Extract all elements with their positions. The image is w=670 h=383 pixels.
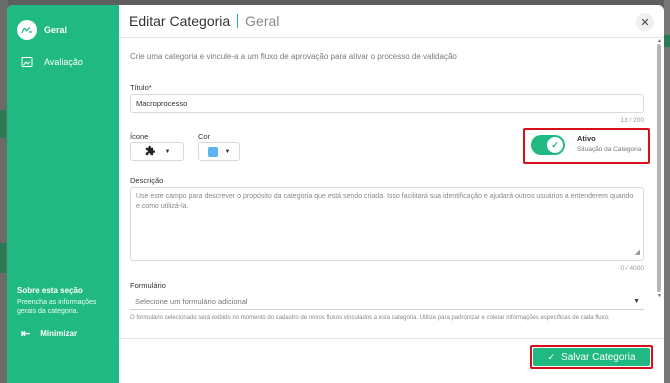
vertical-scrollbar[interactable] <box>657 44 661 292</box>
sidebar-item-label: Avaliação <box>44 57 83 67</box>
color-swatch <box>207 146 218 157</box>
backdrop-strip <box>0 110 6 138</box>
chevron-down-icon: ▼ <box>224 148 231 155</box>
check-icon: ✓ <box>547 137 563 153</box>
description-textarea[interactable]: Use este campo para descrever o propósit… <box>130 187 644 261</box>
form-label: Formulário <box>130 281 166 290</box>
resize-handle-icon[interactable]: ◢ <box>635 248 640 258</box>
modal-title: Editar Categoria <box>129 13 231 29</box>
description-placeholder: Use este campo para descrever o propósit… <box>136 193 634 210</box>
form-intro: Crie uma categoria e vincule-a a um flux… <box>130 52 457 61</box>
image-frame-icon <box>17 52 37 72</box>
icon-label: Ícone <box>130 132 149 141</box>
title-counter: 13 / 200 <box>620 117 645 124</box>
title-input[interactable]: Macroprocesso <box>130 94 644 113</box>
section-info-title: Sobre esta seção <box>17 286 83 295</box>
modal-subtitle: Geral <box>245 13 280 29</box>
signature-icon <box>17 20 37 40</box>
close-icon: ✕ <box>640 16 650 29</box>
form-select[interactable]: Selecione um formulário adicional ▼ <box>130 293 644 310</box>
backdrop-right <box>664 0 670 383</box>
description-label: Descrição <box>130 176 164 185</box>
form-select-placeholder: Selecione um formulário adicional <box>135 296 248 306</box>
color-picker[interactable]: ▼ <box>198 142 240 161</box>
collapse-left-icon: ⇤ <box>21 328 31 340</box>
modal-footer: ✓ Salvar Categoria <box>119 338 664 383</box>
save-category-button[interactable]: ✓ Salvar Categoria <box>533 348 650 366</box>
status-subtitle: Situação da Categoria <box>577 146 642 153</box>
chevron-down-icon: ▼ <box>633 297 640 305</box>
color-label: Cor <box>198 132 211 141</box>
section-info-text: Preencha as informações gerais da catego… <box>17 299 97 315</box>
minimize-button[interactable]: ⇤ Minimizar <box>21 327 113 340</box>
minimize-label: Minimizar <box>40 329 78 338</box>
puzzle-icon <box>144 143 155 161</box>
close-button[interactable]: ✕ <box>636 13 654 31</box>
edit-category-modal: Geral Avaliação Sobre esta seção Preench… <box>7 5 664 383</box>
status-title: Ativo <box>577 134 596 143</box>
modal-sidebar: Geral Avaliação Sobre esta seção Preench… <box>7 5 119 383</box>
scroll-down-arrow-icon[interactable]: ▼ <box>657 293 662 299</box>
title-input-value: Macroprocesso <box>136 99 188 108</box>
form-help-text: O formulário selecionado será exibido no… <box>130 315 610 321</box>
title-divider <box>237 14 239 28</box>
backdrop-strip <box>0 243 6 273</box>
section-info: Sobre esta seção Preencha as informações… <box>17 286 113 340</box>
title-label: Título* <box>130 83 152 92</box>
check-icon: ✓ <box>547 351 556 362</box>
modal-content: Editar Categoria Geral ✕ Crie uma catego… <box>119 5 664 383</box>
status-highlight: ✓ Ativo Situação da Categoria <box>523 128 650 164</box>
sidebar-item-geral[interactable]: Geral <box>7 18 119 42</box>
save-button-label: Salvar Categoria <box>561 351 636 363</box>
icon-picker[interactable]: ▼ <box>130 142 184 161</box>
description-counter: 0 / 4000 <box>620 265 645 272</box>
sidebar-item-avaliacao[interactable]: Avaliação <box>7 50 119 74</box>
chevron-down-icon: ▼ <box>164 148 171 155</box>
save-button-highlight: ✓ Salvar Categoria <box>530 345 653 369</box>
status-toggle[interactable]: ✓ <box>531 135 565 155</box>
modal-header: Editar Categoria Geral <box>119 5 664 38</box>
sidebar-item-label: Geral <box>44 25 68 35</box>
form-scroll-area[interactable]: Crie uma categoria e vincule-a a um flux… <box>119 39 664 338</box>
